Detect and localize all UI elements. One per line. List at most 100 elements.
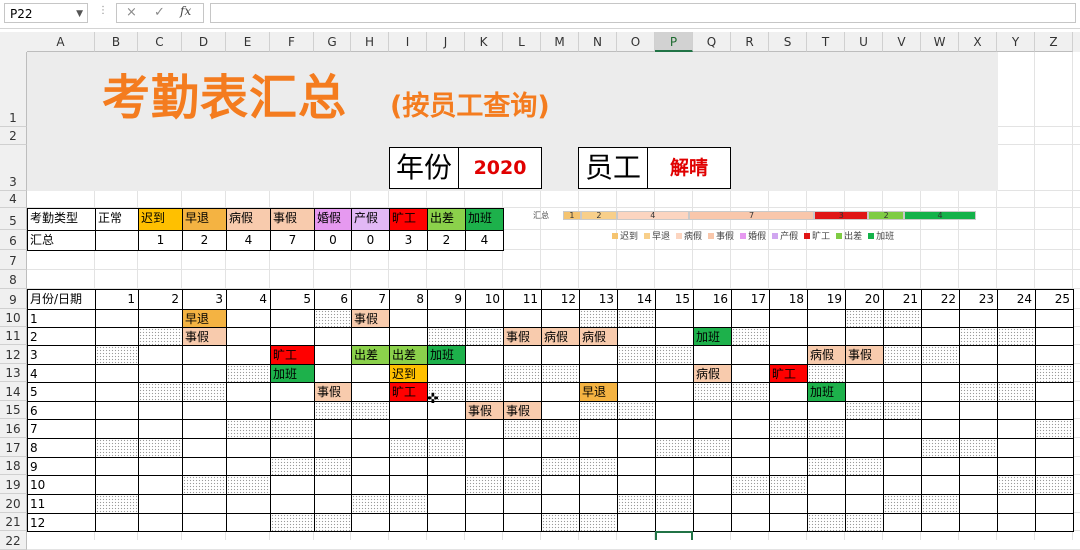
attendance-cell[interactable]: 病假 (693, 364, 732, 383)
weekend-cell[interactable] (845, 457, 884, 476)
day-cell[interactable] (427, 309, 466, 328)
attendance-cell[interactable]: 旷工 (270, 345, 315, 365)
weekend-cell[interactable] (270, 419, 315, 439)
day-cell[interactable] (883, 457, 922, 476)
row-header-10[interactable]: 10 (0, 309, 27, 327)
day-cell[interactable] (427, 475, 466, 495)
day-cell[interactable] (959, 513, 998, 532)
row-header-21[interactable]: 21 (0, 513, 27, 531)
column-header-z[interactable]: Z (1035, 32, 1073, 52)
weekend-cell[interactable] (579, 309, 618, 328)
day-cell[interactable] (138, 345, 183, 365)
day-cell[interactable] (1035, 401, 1074, 420)
day-cell[interactable] (138, 475, 183, 495)
weekend-cell[interactable] (807, 457, 846, 476)
column-header-m[interactable]: M (541, 32, 579, 52)
day-cell[interactable] (997, 513, 1036, 532)
day-cell[interactable] (769, 513, 808, 532)
weekend-cell[interactable] (883, 494, 922, 514)
day-cell[interactable] (883, 364, 922, 383)
day-cell[interactable] (270, 475, 315, 495)
day-cell[interactable] (270, 382, 315, 402)
day-cell[interactable] (693, 494, 732, 514)
day-cell[interactable] (465, 345, 504, 365)
day-cell[interactable] (138, 494, 183, 514)
day-cell[interactable] (693, 345, 732, 365)
day-cell[interactable] (351, 382, 390, 402)
day-cell[interactable] (921, 457, 960, 476)
day-cell[interactable] (314, 494, 352, 514)
day-cell[interactable] (617, 513, 656, 532)
row-header-7[interactable]: 7 (0, 250, 27, 270)
day-cell[interactable] (138, 401, 183, 420)
day-cell[interactable] (769, 309, 808, 328)
weekend-cell[interactable] (503, 419, 542, 439)
day-cell[interactable] (182, 419, 227, 439)
day-cell[interactable] (731, 494, 770, 514)
weekend-cell[interactable] (465, 327, 504, 346)
weekend-cell[interactable] (731, 475, 770, 495)
weekend-cell[interactable] (138, 438, 183, 458)
weekend-cell[interactable] (138, 327, 183, 346)
day-cell[interactable] (883, 382, 922, 402)
column-header-u[interactable]: U (845, 32, 883, 52)
weekend-cell[interactable] (95, 345, 139, 365)
attendance-cell[interactable]: 出差 (351, 345, 390, 365)
day-cell[interactable] (541, 309, 580, 328)
day-cell[interactable] (389, 475, 428, 495)
formula-input[interactable] (210, 3, 1076, 23)
weekend-cell[interactable] (579, 401, 618, 420)
day-cell[interactable] (617, 419, 656, 439)
day-cell[interactable] (226, 438, 271, 458)
day-cell[interactable] (921, 475, 960, 495)
day-cell[interactable] (226, 382, 271, 402)
day-cell[interactable] (731, 438, 770, 458)
day-cell[interactable] (541, 494, 580, 514)
day-cell[interactable] (138, 457, 183, 476)
day-cell[interactable] (351, 327, 390, 346)
weekend-cell[interactable] (182, 475, 227, 495)
day-cell[interactable] (541, 438, 580, 458)
attendance-cell[interactable]: 加班 (427, 345, 466, 365)
day-cell[interactable] (314, 327, 352, 346)
day-cell[interactable] (769, 438, 808, 458)
weekend-cell[interactable] (579, 513, 618, 532)
day-cell[interactable] (465, 419, 504, 439)
day-cell[interactable] (503, 457, 542, 476)
row-header-22[interactable]: 22 (0, 531, 27, 550)
day-cell[interactable] (182, 364, 227, 383)
weekend-cell[interactable] (389, 494, 428, 514)
day-cell[interactable] (182, 438, 227, 458)
weekend-cell[interactable] (959, 327, 998, 346)
day-cell[interactable] (731, 513, 770, 532)
day-cell[interactable] (182, 457, 227, 476)
attendance-cell[interactable]: 早退 (579, 382, 618, 402)
day-cell[interactable] (138, 364, 183, 383)
weekend-cell[interactable] (314, 401, 352, 420)
day-cell[interactable] (845, 327, 884, 346)
enter-icon[interactable]: ✓ (154, 5, 165, 20)
weekend-cell[interactable] (693, 438, 732, 458)
day-cell[interactable] (270, 401, 315, 420)
day-cell[interactable] (95, 382, 139, 402)
day-cell[interactable] (959, 475, 998, 495)
attendance-cell[interactable]: 加班 (270, 364, 315, 383)
day-cell[interactable] (389, 419, 428, 439)
weekend-cell[interactable] (807, 513, 846, 532)
day-cell[interactable] (845, 382, 884, 402)
day-cell[interactable] (769, 401, 808, 420)
day-cell[interactable] (351, 438, 390, 458)
weekend-cell[interactable] (959, 382, 998, 402)
day-cell[interactable] (95, 457, 139, 476)
day-cell[interactable] (138, 513, 183, 532)
row-header-15[interactable]: 15 (0, 401, 27, 419)
weekend-cell[interactable] (226, 475, 271, 495)
column-header-v[interactable]: V (883, 32, 921, 52)
day-cell[interactable] (693, 401, 732, 420)
day-cell[interactable] (655, 327, 694, 346)
day-cell[interactable] (389, 457, 428, 476)
day-cell[interactable] (807, 475, 846, 495)
weekend-cell[interactable] (845, 309, 884, 328)
day-cell[interactable] (427, 494, 466, 514)
weekend-cell[interactable] (427, 327, 466, 346)
